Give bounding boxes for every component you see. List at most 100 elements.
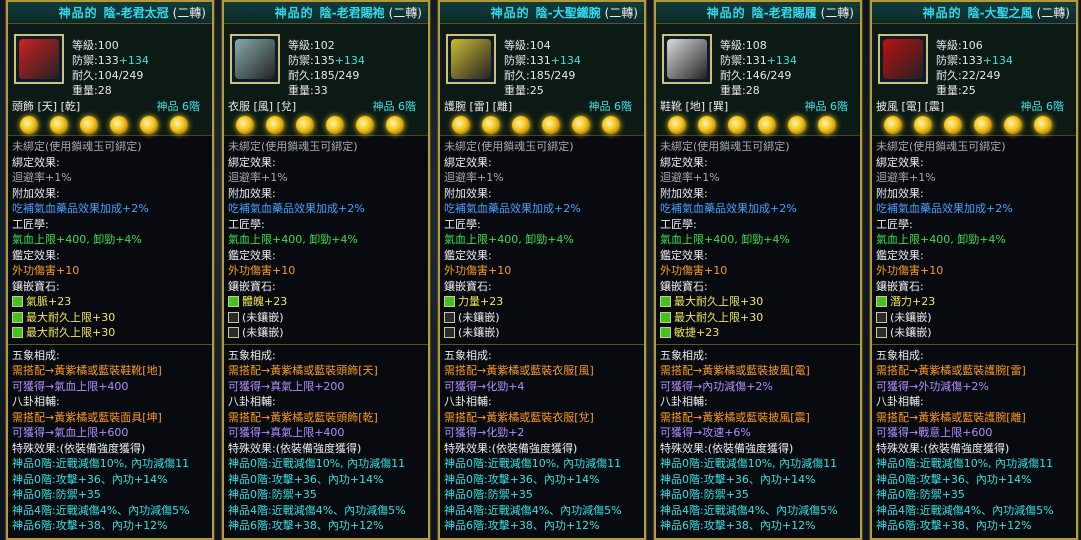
item-slot: 披風 [電] [震] bbox=[876, 100, 945, 113]
special-effect-line: 神品0階:防禦+35 bbox=[444, 488, 533, 501]
special-effect-line: 神品4階:近戰減傷4%、內功減傷5% bbox=[444, 503, 622, 517]
add-label: 附加效果: bbox=[12, 186, 60, 200]
item-level: 等級:100 bbox=[72, 39, 119, 52]
gem-slot: (未鑲嵌) bbox=[876, 325, 1072, 341]
gem-icon bbox=[876, 296, 887, 308]
gem-slot: (未鑲嵌) bbox=[228, 325, 424, 341]
item-durability: 耐久:185/249 bbox=[504, 69, 576, 82]
wuxiang-req: 需搭配→黃紫橘或藍裝披風[電] bbox=[660, 364, 810, 377]
orb-icon bbox=[452, 116, 470, 134]
item-tier: 神品 6階 bbox=[804, 100, 849, 113]
item-defense-plus: +134 bbox=[118, 54, 149, 67]
bagua-req: 需搭配→黃紫橘或藍裝披風[震] bbox=[660, 410, 810, 424]
item-quality: 神品的 bbox=[58, 6, 98, 20]
item-slot: 衣服 [風] [兌] bbox=[228, 100, 297, 113]
gem-icon bbox=[876, 311, 887, 323]
special-effect-line: 神品0階:近戰減傷10%, 內功減傷11 bbox=[660, 457, 838, 470]
gem-slot: (未鑲嵌) bbox=[876, 310, 1072, 326]
orb-icon bbox=[1004, 116, 1022, 134]
special-effect-line: 神品6階:攻擊+38、內功+12% bbox=[444, 519, 600, 532]
item-level: 等級:106 bbox=[936, 39, 983, 52]
bind-label: 綁定效果: bbox=[228, 155, 276, 169]
craft-value: 氣血上限+400, 卸勁+4% bbox=[228, 233, 358, 246]
special-effect-line: 神品0階:攻擊+36、內功+14% bbox=[876, 472, 1032, 486]
gem-slot: 最大耐久上限+30 bbox=[12, 310, 208, 326]
gem-text: 力量+23 bbox=[458, 295, 504, 308]
gem-icon bbox=[12, 296, 23, 308]
add-label: 附加效果: bbox=[228, 186, 276, 200]
orb-icon bbox=[758, 116, 776, 134]
special-label: 特殊效果:(依裝備強度獲得) bbox=[228, 441, 362, 455]
orb-icon bbox=[818, 116, 836, 134]
bind-value: 迴避率+1% bbox=[12, 171, 72, 184]
gem-icon bbox=[444, 296, 455, 308]
gem-slot: 潛力+23 bbox=[876, 294, 1072, 310]
ident-value: 外功傷害+10 bbox=[228, 264, 296, 277]
upgrade-orbs bbox=[884, 116, 1052, 134]
item-header: 等級:106 防禦:133+134 耐久:22/249 重量:25 披風 [電]… bbox=[872, 24, 1076, 136]
special-effect-line: 神品4階:近戰減傷4%、內功減傷5% bbox=[228, 503, 406, 517]
ident-label: 鑑定效果: bbox=[228, 248, 276, 262]
gem-text: (未鑲嵌) bbox=[242, 326, 284, 339]
orb-icon bbox=[326, 116, 344, 134]
item-quality: 神品的 bbox=[490, 6, 530, 20]
orb-icon bbox=[542, 116, 560, 134]
item-tooltip: 神品的 陰-大聖鐵腕 (二轉) 等級:104 防禦:131+134 耐久:185… bbox=[437, 0, 647, 540]
wuxiang-gain: 可獲得→化勁+4 bbox=[444, 379, 525, 393]
gem-slot: 敏捷+23 bbox=[660, 325, 856, 341]
wuxiang-req: 需搭配→黃紫橘或藍裝護腕[雷] bbox=[876, 364, 1026, 377]
bagua-gain: 可獲得→真氣上限+400 bbox=[228, 426, 345, 439]
craft-label: 工匠學: bbox=[444, 217, 481, 231]
ident-value: 外功傷害+10 bbox=[660, 264, 728, 277]
orb-icon bbox=[884, 116, 902, 134]
item-slot: 鞋靴 [地] [巽] bbox=[660, 100, 729, 113]
item-header: 等級:102 防禦:135+134 耐久:185/249 重量:33 衣服 [風… bbox=[224, 24, 428, 136]
orb-icon bbox=[110, 116, 128, 134]
item-rebirth: (二轉) bbox=[820, 6, 854, 20]
item-tier: 神品 6階 bbox=[372, 100, 417, 113]
orb-icon bbox=[236, 116, 254, 134]
item-title: 神品的 陰-老君賜履 (二轉) bbox=[656, 2, 860, 24]
gem-icon bbox=[444, 327, 455, 339]
bind-label: 綁定效果: bbox=[444, 155, 492, 169]
item-title: 神品的 陰-大聖之風 (二轉) bbox=[872, 2, 1076, 24]
item-title: 神品的 陰-大聖鐵腕 (二轉) bbox=[440, 2, 644, 24]
item-defense: 防禦:131 bbox=[504, 54, 551, 67]
special-label: 特殊效果:(依裝備強度獲得) bbox=[444, 441, 578, 455]
item-quality: 神品的 bbox=[274, 6, 314, 20]
item-stats: 等級:100 防禦:133+134 耐久:104/249 重量:28 bbox=[72, 38, 149, 98]
item-weight: 重量:25 bbox=[504, 84, 544, 97]
item-icon bbox=[878, 34, 928, 84]
orb-icon bbox=[944, 116, 962, 134]
wuxiang-label: 五象相成: bbox=[228, 348, 276, 362]
wuxiang-gain: 可獲得→氣血上限+400 bbox=[12, 379, 129, 393]
item-header: 等級:100 防禦:133+134 耐久:104/249 重量:28 頭飾 [天… bbox=[8, 24, 212, 136]
wuxiang-label: 五象相成: bbox=[660, 348, 708, 362]
item-weight: 重量:33 bbox=[288, 84, 328, 97]
item-stats: 等級:108 防禦:131+134 耐久:146/249 重量:28 bbox=[720, 38, 797, 98]
add-value: 吃補氣血藥品效果加成+2% bbox=[876, 202, 1013, 215]
slot-row: 護腕 [雷] [離] 神品 6階 bbox=[444, 98, 640, 113]
item-durability: 耐久:146/249 bbox=[720, 69, 792, 82]
item-body: 未綁定(使用鎖魂玉可綁定) 綁定效果: 迴避率+1% 附加效果: 吃補氣血藥品效… bbox=[440, 136, 644, 537]
item-stats: 等級:102 防禦:135+134 耐久:185/249 重量:33 bbox=[288, 38, 365, 98]
item-slot: 頭飾 [天] [乾] bbox=[12, 100, 81, 113]
bagua-label: 八卦相輔: bbox=[444, 395, 492, 408]
item-quality: 神品的 bbox=[706, 6, 746, 20]
gem-slot: (未鑲嵌) bbox=[444, 325, 640, 341]
special-effect-line: 神品4階:近戰減傷4%、內功減傷5% bbox=[876, 503, 1054, 517]
special-effect-line: 神品0階:近戰減傷10%, 內功減傷11 bbox=[444, 457, 622, 470]
gem-label: 鑲嵌寶石: bbox=[660, 279, 708, 293]
gem-text: 最大耐久上限+30 bbox=[674, 310, 764, 324]
add-value: 吃補氣血藥品效果加成+2% bbox=[444, 202, 581, 215]
item-weight: 重量:28 bbox=[720, 84, 760, 97]
orb-icon bbox=[788, 116, 806, 134]
ident-label: 鑑定效果: bbox=[12, 248, 60, 262]
bind-label: 綁定效果: bbox=[660, 155, 708, 169]
item-icon bbox=[14, 34, 64, 84]
gem-text: (未鑲嵌) bbox=[458, 310, 500, 324]
orb-icon bbox=[602, 116, 620, 134]
item-tooltip: 神品的 陰-大聖之風 (二轉) 等級:106 防禦:133+134 耐久:22/… bbox=[869, 0, 1079, 540]
special-effect-line: 神品0階:防禦+35 bbox=[876, 488, 965, 501]
item-defense-plus: +134 bbox=[766, 54, 797, 67]
